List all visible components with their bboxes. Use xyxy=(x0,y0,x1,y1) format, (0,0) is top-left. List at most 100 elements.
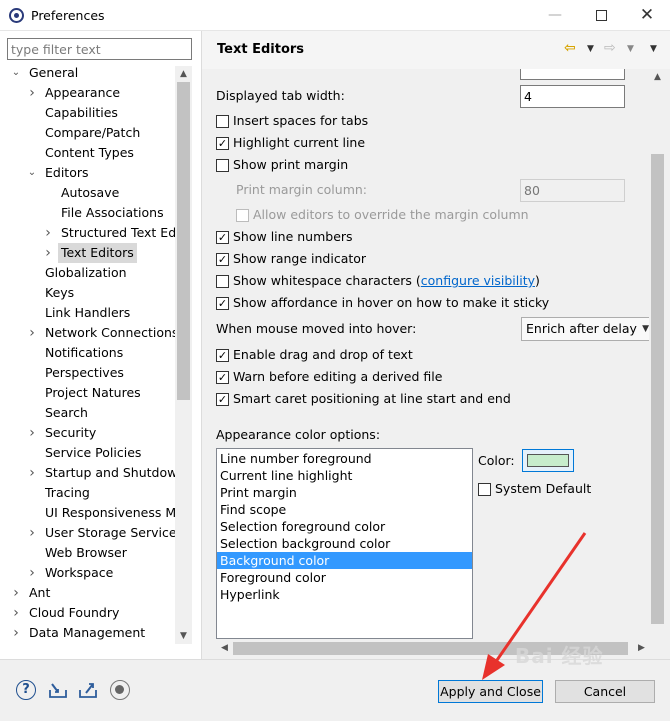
chevron-right-icon[interactable]: › xyxy=(27,463,37,483)
cancel-button[interactable]: Cancel xyxy=(555,680,655,703)
scroll-up-arrow-icon[interactable]: ▲ xyxy=(649,69,666,85)
checkbox-box[interactable] xyxy=(216,115,229,128)
content-vertical-scrollbar[interactable]: ▲ xyxy=(649,69,666,639)
preferences-tree: ⌄ General › Appearance Capabilities Compare/P… xyxy=(7,63,193,645)
tree-item-label: Keys xyxy=(45,285,75,300)
undo-history-field[interactable] xyxy=(520,69,625,80)
tree-item-label: Network Connections xyxy=(45,325,179,340)
tree-item-label: Perspectives xyxy=(45,365,124,380)
scroll-thumb[interactable] xyxy=(177,82,190,400)
chevron-right-icon[interactable]: › xyxy=(11,623,21,643)
back-arrow-icon[interactable]: ⇦ xyxy=(564,40,576,56)
color-option-item[interactable]: Find scope xyxy=(217,501,472,518)
color-option-item[interactable]: Foreground color xyxy=(217,569,472,586)
color-label: Color: xyxy=(478,453,515,468)
color-option-item[interactable]: Print margin xyxy=(217,484,472,501)
chevron-down-icon[interactable]: ⌄ xyxy=(11,63,21,83)
maximize-icon xyxy=(595,10,607,21)
show-whitespace-suffix: ) xyxy=(535,273,540,288)
chevron-right-icon[interactable]: › xyxy=(27,323,37,343)
chevron-right-icon[interactable]: › xyxy=(27,423,37,443)
checkbox-box[interactable]: ✓ xyxy=(216,297,229,310)
window-title: Preferences xyxy=(31,8,105,23)
import-icon[interactable] xyxy=(48,680,68,700)
checkbox-box[interactable]: ✓ xyxy=(216,137,229,150)
checkbox-box[interactable] xyxy=(216,159,229,172)
color-option-item[interactable]: Selection foreground color xyxy=(217,518,472,535)
checkbox-box[interactable]: ✓ xyxy=(216,231,229,244)
forward-dropdown-icon[interactable]: ▼ xyxy=(627,44,634,54)
tree-item-label: Startup and Shutdown xyxy=(45,465,186,480)
help-icon[interactable]: ? xyxy=(16,680,36,700)
tree-item-label: Compare/Patch xyxy=(45,125,141,140)
tree-vertical-scrollbar[interactable]: ▲ ▼ xyxy=(175,66,192,644)
tree-item-label: Data Management xyxy=(29,625,146,640)
color-options-list[interactable]: Line number foreground Current line highl… xyxy=(216,448,473,639)
tree-item-label: Cloud Foundry xyxy=(29,605,120,620)
scroll-up-arrow-icon[interactable]: ▲ xyxy=(175,66,192,82)
apply-and-close-button[interactable]: Apply and Close xyxy=(438,680,543,703)
color-option-item[interactable]: Current line highlight xyxy=(217,467,472,484)
filter-input[interactable] xyxy=(7,38,192,60)
export-icon[interactable] xyxy=(78,680,98,700)
maximize-button[interactable] xyxy=(578,0,624,31)
close-button[interactable]: ✕ xyxy=(624,0,670,31)
color-option-item[interactable]: Selection background color xyxy=(217,535,472,552)
chevron-down-icon: ▼ xyxy=(642,324,649,334)
back-dropdown-icon[interactable]: ▼ xyxy=(587,44,594,54)
hover-combo-value: Enrich after delay xyxy=(526,321,637,336)
tab-width-input[interactable]: 4 xyxy=(520,85,625,108)
view-menu-icon[interactable]: ▼ xyxy=(650,44,657,54)
tree-item-label: Notifications xyxy=(45,345,124,360)
tree-item-label: Globalization xyxy=(45,265,127,280)
title-bar: Preferences — ✕ xyxy=(0,0,670,31)
checkbox-box[interactable]: ✓ xyxy=(216,393,229,406)
minimize-button[interactable]: — xyxy=(532,0,578,31)
configure-visibility-link[interactable]: configure visibility xyxy=(421,273,535,288)
page-header: Text Editors ⇦ ▼ ⇨ ▼ ▼ xyxy=(202,31,670,69)
checkbox-box[interactable] xyxy=(236,209,249,222)
scroll-down-arrow-icon[interactable]: ▼ xyxy=(175,628,192,644)
tree-item-label: Content Types xyxy=(45,145,134,160)
tree-item-label: Tracing xyxy=(45,485,90,500)
checkbox-box[interactable]: ✓ xyxy=(216,371,229,384)
color-option-item[interactable]: Line number foreground xyxy=(217,450,472,467)
color-option-item[interactable]: Background color xyxy=(217,552,472,569)
color-picker-button[interactable] xyxy=(522,449,574,472)
tree-item-label: Ant xyxy=(29,585,51,600)
tree-item-label: Appearance xyxy=(45,85,121,100)
forward-arrow-icon[interactable]: ⇨ xyxy=(604,40,616,56)
print-margin-input[interactable]: 80 xyxy=(520,179,625,202)
chevron-right-icon[interactable]: › xyxy=(11,583,21,603)
scroll-right-arrow-icon[interactable]: ▶ xyxy=(633,640,650,657)
record-icon[interactable] xyxy=(110,680,130,700)
tree-item-label: Workspace xyxy=(45,565,114,580)
chevron-right-icon[interactable]: › xyxy=(43,223,53,243)
hover-row: When mouse moved into hover: xyxy=(216,319,416,339)
chevron-right-icon[interactable]: › xyxy=(27,83,37,103)
hover-combo[interactable]: Enrich after delay ▼ xyxy=(521,317,653,341)
tree-item-label: Security xyxy=(45,425,97,440)
tree-item-label: Web Browser xyxy=(45,545,127,560)
checkbox-box[interactable] xyxy=(478,483,491,496)
chevron-right-icon[interactable]: › xyxy=(43,243,53,263)
print-margin-row: Print margin column: xyxy=(236,180,367,200)
tab-width-label: Displayed tab width: xyxy=(216,88,345,103)
tree-item-label: Service Policies xyxy=(45,445,142,460)
checkbox-box[interactable]: ✓ xyxy=(216,253,229,266)
tree-item-label: Search xyxy=(45,405,88,420)
chevron-right-icon[interactable]: › xyxy=(27,523,37,543)
scroll-thumb[interactable] xyxy=(651,154,664,624)
chevron-down-icon[interactable]: ⌄ xyxy=(27,163,37,183)
chevron-right-icon[interactable]: › xyxy=(27,563,37,583)
checkbox-box[interactable] xyxy=(216,275,229,288)
print-margin-label: Print margin column: xyxy=(236,182,368,197)
chevron-right-icon[interactable]: › xyxy=(11,603,21,623)
color-option-item[interactable]: Hyperlink xyxy=(217,586,472,603)
page-title: Text Editors xyxy=(217,42,305,57)
tab-width-row: Displayed tab width: xyxy=(216,86,345,106)
tree-item-label: User Storage Service xyxy=(45,525,177,540)
checkbox-box[interactable]: ✓ xyxy=(216,349,229,362)
tree-item-label: Editors xyxy=(45,165,89,180)
scroll-left-arrow-icon[interactable]: ◀ xyxy=(216,640,233,657)
